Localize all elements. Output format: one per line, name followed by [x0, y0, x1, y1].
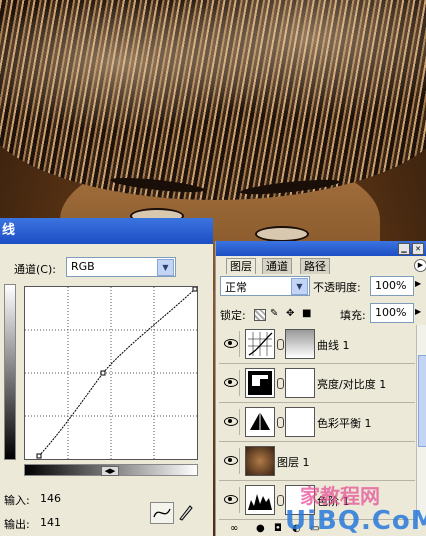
tab-layers[interactable]: 图层 — [226, 258, 256, 274]
watermark-logo: UiBQ.CoM — [285, 506, 426, 536]
chevron-down-icon[interactable]: ▼ — [291, 278, 308, 295]
layer-mask-thumbnail[interactable] — [285, 329, 315, 359]
layer-name: 亮度/对比度 1 — [317, 378, 387, 391]
lock-icon[interactable]: ■ — [302, 309, 312, 319]
channel-select[interactable]: RGB ▼ — [66, 257, 176, 277]
tab-paths[interactable]: 路径 — [300, 258, 330, 274]
link-icon[interactable] — [277, 339, 284, 350]
input-label: 输入: — [4, 494, 30, 507]
visibility-toggle[interactable] — [221, 331, 240, 357]
layers-title-bar[interactable]: ▁ ✕ — [216, 241, 426, 256]
curve-graph[interactable] — [24, 286, 198, 460]
layer-thumbnail — [245, 446, 275, 476]
output-label: 输出: — [4, 518, 30, 531]
curve-point[interactable] — [100, 370, 106, 376]
layer-row[interactable]: 亮度/对比度 1 — [219, 364, 415, 403]
mask-icon[interactable]: ◘ — [274, 523, 282, 534]
layer-name: 图层 1 — [277, 456, 310, 469]
curves-dialog: 线 通道(C): RGB ▼ ◀▶ 输入: 146 输出: 141 — [0, 218, 213, 536]
opacity-arrow-icon[interactable]: ▶ — [415, 279, 421, 288]
fill-arrow-icon[interactable]: ▶ — [415, 307, 421, 316]
brightness-contrast-icon — [245, 368, 275, 398]
fill-value: 100% — [375, 306, 407, 319]
eye-icon — [224, 417, 238, 426]
layer-style-icon[interactable]: ● — [256, 523, 265, 534]
link-icon[interactable] — [277, 495, 284, 506]
visibility-toggle[interactable] — [221, 409, 240, 435]
eye-icon — [224, 339, 238, 348]
minimize-icon[interactable]: ▁ — [398, 243, 410, 255]
move-icon[interactable]: ✥ — [286, 309, 296, 319]
curves-adjustment-icon — [245, 329, 275, 359]
lock-transparency-icon[interactable] — [254, 309, 266, 321]
blend-mode-select[interactable]: 正常 ▼ — [220, 276, 310, 296]
layer-mask-thumbnail[interactable] — [285, 407, 315, 437]
curve-point[interactable] — [36, 453, 42, 459]
opacity-value: 100% — [375, 279, 407, 292]
channel-value: RGB — [71, 260, 95, 273]
link-icon[interactable] — [277, 417, 284, 428]
tab-channels[interactable]: 通道 — [262, 258, 292, 274]
visibility-toggle[interactable] — [221, 487, 240, 513]
fill-label: 填充: — [340, 309, 366, 322]
opacity-field[interactable]: 100% — [370, 276, 414, 296]
chevron-down-icon[interactable]: ▼ — [157, 259, 174, 276]
brush-icon[interactable]: ✎ — [270, 309, 280, 319]
levels-icon — [245, 485, 275, 515]
output-gradient-bar — [4, 284, 16, 460]
blend-mode-value: 正常 — [225, 281, 247, 294]
link-icon[interactable] — [277, 378, 284, 389]
pencil-icon[interactable] — [176, 502, 194, 522]
layer-row[interactable]: 图层 1 — [219, 442, 415, 481]
layer-name: 曲线 1 — [317, 339, 350, 352]
layer-mask-thumbnail[interactable] — [285, 368, 315, 398]
visibility-toggle[interactable] — [221, 448, 240, 474]
layer-row[interactable]: 曲线 1 — [219, 325, 415, 364]
visibility-toggle[interactable] — [221, 370, 240, 396]
curves-title-bar[interactable]: 线 — [0, 218, 213, 244]
hair — [0, 0, 426, 200]
channel-label: 通道(C): — [14, 263, 56, 276]
lock-label: 锁定: — [220, 309, 246, 322]
fill-field[interactable]: 100% — [370, 303, 414, 323]
link-layers-icon[interactable]: ∞ — [230, 523, 238, 534]
color-balance-icon — [245, 407, 275, 437]
curves-title: 线 — [2, 223, 16, 238]
curve-line — [38, 288, 196, 457]
eye-icon — [224, 378, 238, 387]
curve-tool-icon[interactable] — [150, 502, 174, 524]
right-eye — [255, 226, 309, 242]
input-value: 146 — [40, 492, 61, 505]
watermark-text: 家教程网 — [300, 484, 380, 508]
layer-row[interactable]: 色彩平衡 1 — [219, 403, 415, 442]
layer-name: 色彩平衡 1 — [317, 417, 372, 430]
curve-svg — [25, 286, 198, 459]
close-icon[interactable]: ✕ — [412, 243, 424, 255]
eye-icon — [224, 495, 238, 504]
curve-point[interactable] — [192, 286, 198, 292]
layers-scrollbar[interactable] — [416, 325, 426, 525]
output-value: 141 — [40, 516, 61, 529]
eye-icon — [224, 456, 238, 465]
gradient-toggle-icon[interactable]: ◀▶ — [101, 466, 119, 476]
panel-menu-icon[interactable]: ▶ — [414, 259, 426, 272]
scrollbar-thumb[interactable] — [418, 355, 426, 447]
opacity-label: 不透明度: — [313, 281, 361, 294]
